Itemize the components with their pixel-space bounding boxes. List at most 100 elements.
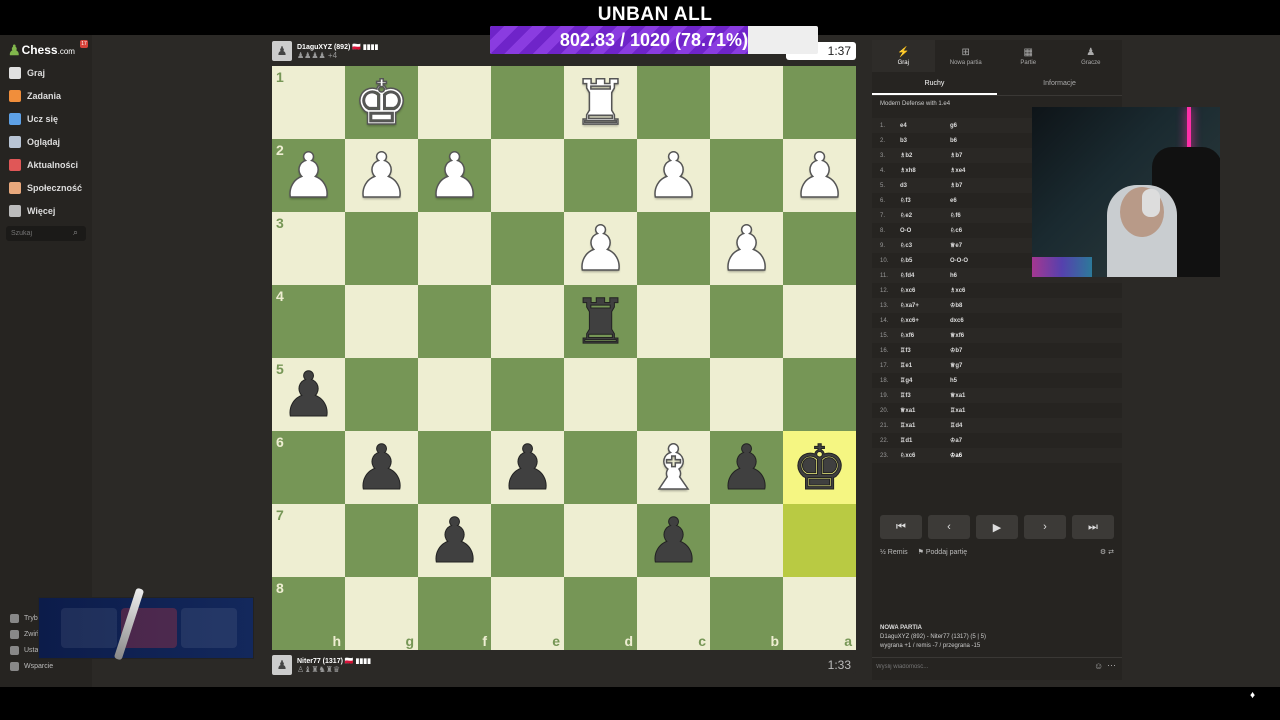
avatar[interactable]: ♟ <box>272 41 292 61</box>
black-move[interactable]: ♖d4 <box>950 422 1000 429</box>
panel-tab[interactable]: ♟ Gracze <box>1060 40 1123 72</box>
board-square[interactable] <box>637 212 710 285</box>
black-rook-icon[interactable]: ♜ <box>572 285 629 359</box>
board-square[interactable] <box>783 504 856 577</box>
black-pawn-icon[interactable]: ♟ <box>499 431 556 505</box>
board-square[interactable] <box>418 431 491 504</box>
sidebar-item[interactable]: Aktualności <box>0 153 92 176</box>
white-move[interactable]: ♕xa1 <box>900 407 950 414</box>
black-move[interactable]: ♔a6 <box>950 452 1000 459</box>
white-move[interactable]: ♘xc6 <box>900 452 950 459</box>
panel-tab[interactable]: ⚡ Graj <box>872 40 935 72</box>
sidebar-item[interactable]: Zadania <box>0 84 92 107</box>
white-move[interactable]: ♖f3 <box>900 347 950 354</box>
black-pawn-icon[interactable]: ♟ <box>353 431 410 505</box>
first-move-button[interactable]: ⏮ <box>880 515 922 539</box>
board-square[interactable] <box>345 285 418 358</box>
board-square[interactable]: 6 <box>272 431 345 504</box>
black-move[interactable]: O-O-O <box>950 258 1000 264</box>
board-square[interactable] <box>637 285 710 358</box>
white-move[interactable]: ♘xa7+ <box>900 302 950 309</box>
white-move[interactable]: ♖g4 <box>900 377 950 384</box>
board-square[interactable]: ♟ <box>418 138 491 213</box>
board-square[interactable] <box>710 139 783 212</box>
black-move[interactable]: ♘f6 <box>950 212 1000 219</box>
emoji-icon[interactable]: ☺ <box>1094 661 1103 671</box>
black-pawn-icon[interactable]: ♟ <box>645 504 702 578</box>
board-square[interactable]: ♟ <box>710 211 783 286</box>
board-square[interactable]: ♟ <box>418 504 491 578</box>
sidebar-item[interactable]: Społeczność <box>0 176 92 199</box>
board-square[interactable]: g <box>345 577 418 650</box>
white-move[interactable]: ♖xa1 <box>900 422 950 429</box>
white-move[interactable]: ♖f3 <box>900 392 950 399</box>
white-move[interactable]: ♘f3 <box>900 197 950 204</box>
board-square[interactable]: ♟ <box>345 431 418 505</box>
board-square[interactable] <box>345 212 418 285</box>
white-pawn-icon[interactable]: ♟ <box>572 211 629 286</box>
white-move[interactable]: ♘fd4 <box>900 272 950 279</box>
avatar[interactable]: ♟ <box>272 655 292 675</box>
play-button[interactable]: ▶ <box>976 515 1018 539</box>
board-square[interactable] <box>783 358 856 431</box>
board-square[interactable]: ♟ <box>637 504 710 578</box>
board-square[interactable] <box>418 212 491 285</box>
board-square[interactable]: ♜ <box>564 65 637 140</box>
black-move[interactable]: ♗b7 <box>950 152 1000 159</box>
black-move[interactable]: e6 <box>950 198 1000 204</box>
board-square[interactable] <box>710 285 783 358</box>
board-square[interactable] <box>564 431 637 504</box>
black-move[interactable]: ♔b8 <box>950 302 1000 309</box>
bell-icon[interactable]: ♦ <box>1250 690 1255 701</box>
board-square[interactable] <box>491 212 564 285</box>
black-pawn-icon[interactable]: ♟ <box>718 431 775 505</box>
tab-moves[interactable]: Ruchy <box>872 72 997 95</box>
white-move[interactable]: ♘b5 <box>900 257 950 264</box>
board-square[interactable]: ♟ <box>783 138 856 213</box>
board-square[interactable]: 5 ♟ <box>272 358 345 432</box>
board-square[interactable] <box>783 66 856 139</box>
board-square[interactable] <box>564 139 637 212</box>
board-square[interactable]: ♟ <box>564 211 637 286</box>
board-square[interactable] <box>710 504 783 577</box>
white-move[interactable]: d3 <box>900 183 950 189</box>
black-move[interactable]: dxc6 <box>950 318 1000 324</box>
white-move[interactable]: ♖e1 <box>900 362 950 369</box>
board-square[interactable] <box>418 66 491 139</box>
board-square[interactable] <box>710 66 783 139</box>
panel-tab[interactable]: ▦ Partie <box>997 40 1060 72</box>
white-move[interactable]: ♗xh8 <box>900 167 950 174</box>
white-move[interactable]: ♘xc6 <box>900 287 950 294</box>
white-pawn-icon[interactable]: ♟ <box>426 138 483 213</box>
black-pawn-icon[interactable]: ♟ <box>280 358 337 432</box>
black-move[interactable]: ♕e7 <box>950 242 1000 249</box>
white-move[interactable]: e4 <box>900 123 950 129</box>
board-square[interactable] <box>345 504 418 577</box>
black-move[interactable]: ♖xa1 <box>950 407 1000 414</box>
black-move[interactable]: ♗b7 <box>950 182 1000 189</box>
board-square[interactable] <box>564 358 637 431</box>
board-square[interactable] <box>564 504 637 577</box>
white-move[interactable]: ♘xf6 <box>900 332 950 339</box>
board-square[interactable]: 1 <box>272 66 345 139</box>
board-square[interactable] <box>491 66 564 139</box>
black-move[interactable]: ♘c6 <box>950 227 1000 234</box>
sidebar-item[interactable]: Oglądaj <box>0 130 92 153</box>
panel-tab[interactable]: ⊞ Nowa partia <box>935 40 998 72</box>
board-square[interactable]: 7 <box>272 504 345 577</box>
board-square[interactable] <box>710 358 783 431</box>
board-square[interactable] <box>491 358 564 431</box>
board-square[interactable]: ♟ <box>491 431 564 505</box>
board-square[interactable]: c <box>637 577 710 650</box>
white-pawn-icon[interactable]: ♟ <box>280 138 337 213</box>
black-move[interactable]: ♔a7 <box>950 437 1000 444</box>
sidebar-item[interactable]: Ucz się <box>0 107 92 130</box>
draw-button[interactable]: ½ Remis <box>880 549 908 556</box>
white-move[interactable]: O-O <box>900 228 950 234</box>
black-pawn-icon[interactable]: ♟ <box>426 504 483 578</box>
board-square[interactable]: 3 <box>272 212 345 285</box>
white-move[interactable]: ♘c3 <box>900 242 950 249</box>
white-move[interactable]: ♗b2 <box>900 152 950 159</box>
black-move[interactable]: ♕xa1 <box>950 392 1000 399</box>
last-move-button[interactable]: ⏭ <box>1072 515 1114 539</box>
